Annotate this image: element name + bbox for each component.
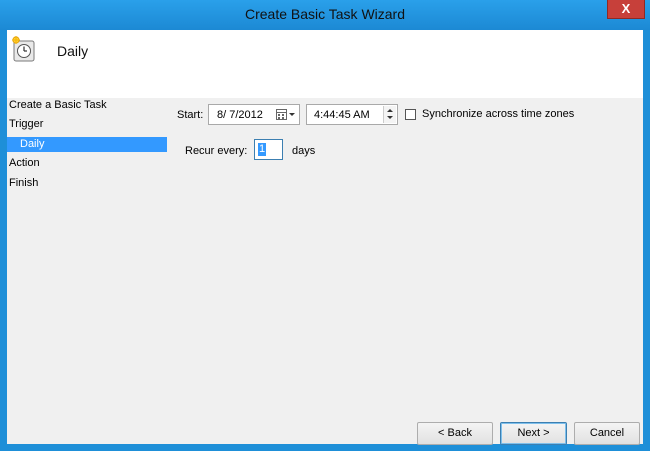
back-button[interactable]: < Back xyxy=(417,422,493,445)
start-label: Start: xyxy=(177,109,204,121)
clock-icon xyxy=(12,36,35,62)
nav-step-daily-label: Daily xyxy=(20,138,45,150)
wizard-window: Create Basic Task Wizard X Daily Create … xyxy=(0,0,650,451)
start-date-value: 8/ 7/2012 xyxy=(217,109,263,121)
sync-timezones-checkbox[interactable] xyxy=(405,109,416,120)
nav-step-daily[interactable]: Daily xyxy=(7,137,167,152)
recur-unit-label: days xyxy=(292,145,316,157)
nav-step-create-task[interactable]: Create a Basic Task xyxy=(9,99,107,111)
wizard-client: Daily Create a Basic Task Trigger Daily … xyxy=(7,30,643,445)
start-time-value: 4:44:45 AM xyxy=(314,109,370,121)
recur-every-label: Recur every: xyxy=(185,145,248,157)
title-bar[interactable]: Create Basic Task Wizard X xyxy=(0,0,650,30)
nav-step-finish[interactable]: Finish xyxy=(9,177,38,189)
sync-timezones-label: Synchronize across time zones xyxy=(422,108,575,120)
page-title: Daily xyxy=(57,43,89,59)
close-icon: X xyxy=(621,1,631,16)
start-time-picker[interactable]: 4:44:45 AM xyxy=(306,104,398,125)
next-button[interactable]: Next > xyxy=(500,422,567,445)
recur-every-value: 1 xyxy=(258,143,267,156)
window-title: Create Basic Task Wizard xyxy=(244,6,405,22)
spinner-arrows-icon xyxy=(387,109,393,119)
calendar-dropdown-icon[interactable] xyxy=(276,109,298,121)
wizard-header: Daily xyxy=(7,30,643,98)
nav-step-action[interactable]: Action xyxy=(9,157,40,169)
cancel-button[interactable]: Cancel xyxy=(574,422,640,445)
start-date-picker[interactable]: 8/ 7/2012 xyxy=(208,104,300,125)
recur-every-input[interactable]: 1 xyxy=(254,139,283,160)
close-button[interactable]: X xyxy=(607,0,645,19)
nav-step-trigger[interactable]: Trigger xyxy=(9,118,43,130)
time-spinner[interactable] xyxy=(383,106,396,123)
